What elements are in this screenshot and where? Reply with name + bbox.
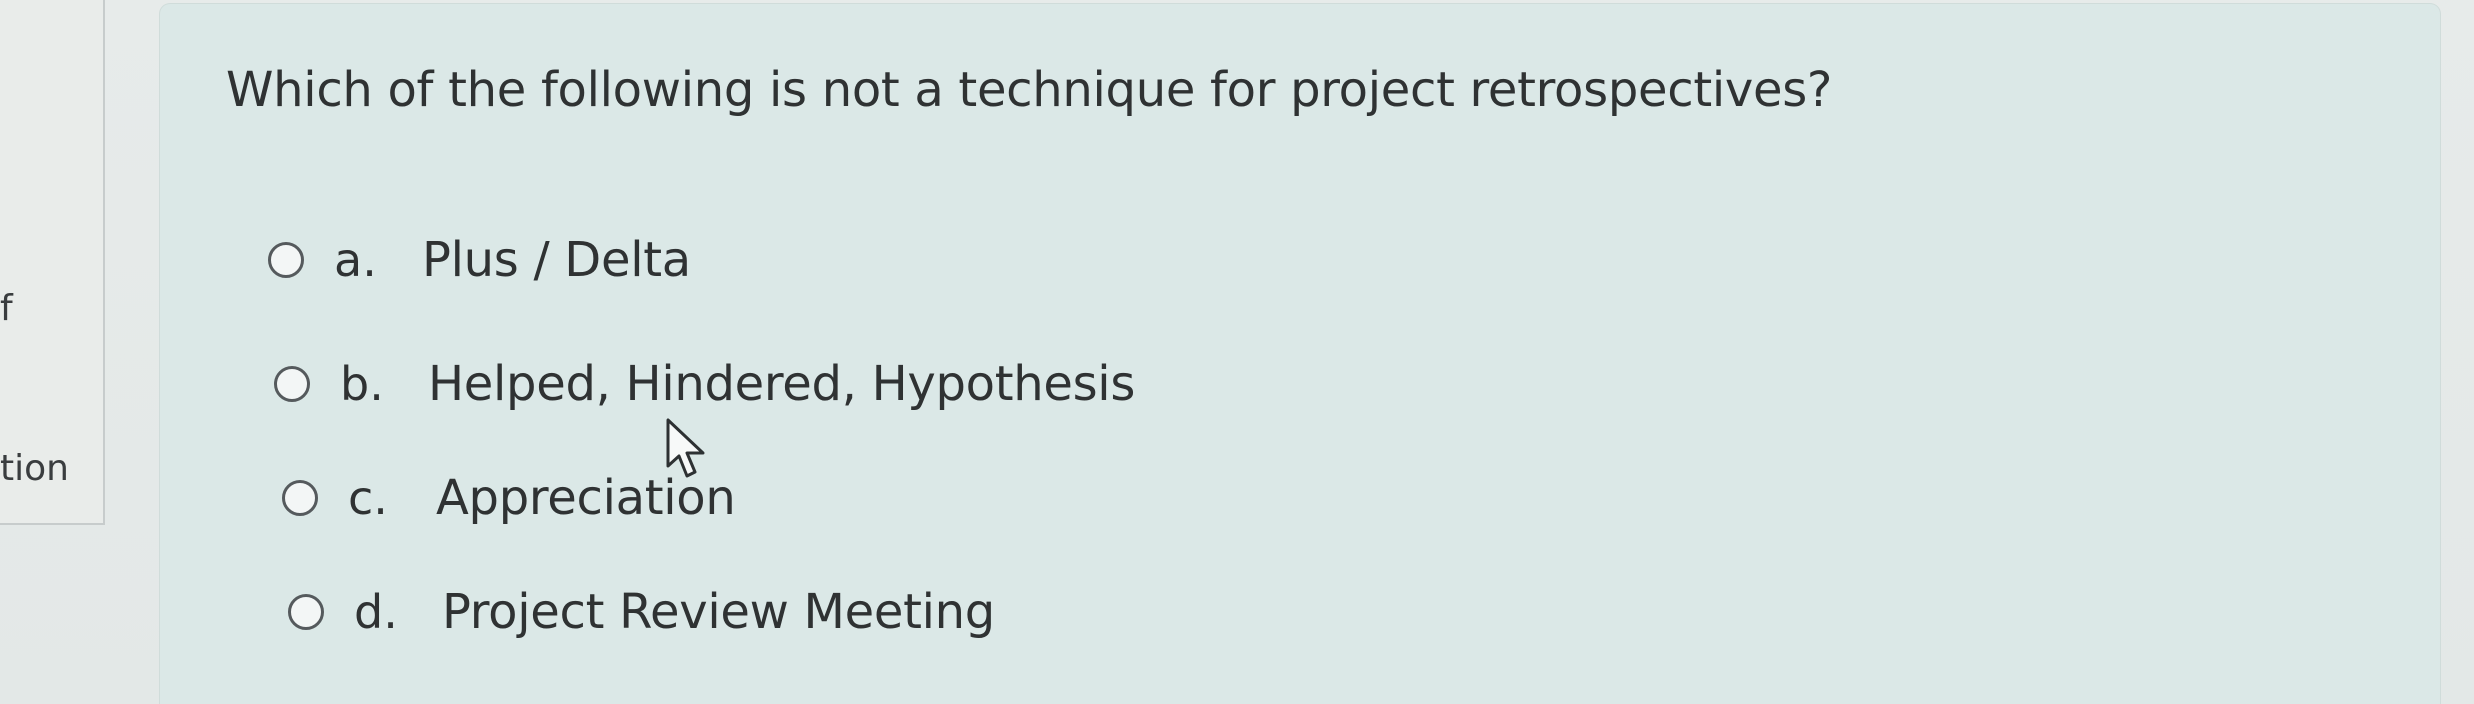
option-d[interactable]: d. Project Review Meeting: [288, 584, 995, 640]
option-label: Helped, Hindered, Hypothesis: [428, 356, 1136, 412]
radio-button-icon[interactable]: [274, 366, 310, 402]
info-panel-text-1: f: [0, 288, 13, 329]
info-panel-text-2: tion: [0, 448, 69, 489]
option-letter: a.: [334, 233, 377, 287]
option-b[interactable]: b. Helped, Hindered, Hypothesis: [274, 356, 1135, 412]
mouse-pointer-icon: [666, 418, 705, 478]
radio-button-icon[interactable]: [288, 594, 324, 630]
option-label: Plus / Delta: [422, 232, 691, 288]
quiz-page: f tion Which of the following is not a t…: [0, 0, 2474, 704]
question-text: Which of the following is not a techniqu…: [226, 62, 1833, 118]
question-info-panel: [0, 0, 105, 525]
option-letter: d.: [354, 585, 398, 639]
option-letter: b.: [340, 357, 384, 411]
option-a[interactable]: a. Plus / Delta: [268, 232, 691, 288]
radio-button-icon[interactable]: [282, 480, 318, 516]
question-card: Which of the following is not a techniqu…: [160, 4, 2440, 704]
radio-button-icon[interactable]: [268, 242, 304, 278]
option-label: Project Review Meeting: [442, 584, 995, 640]
option-letter: c.: [348, 471, 388, 525]
